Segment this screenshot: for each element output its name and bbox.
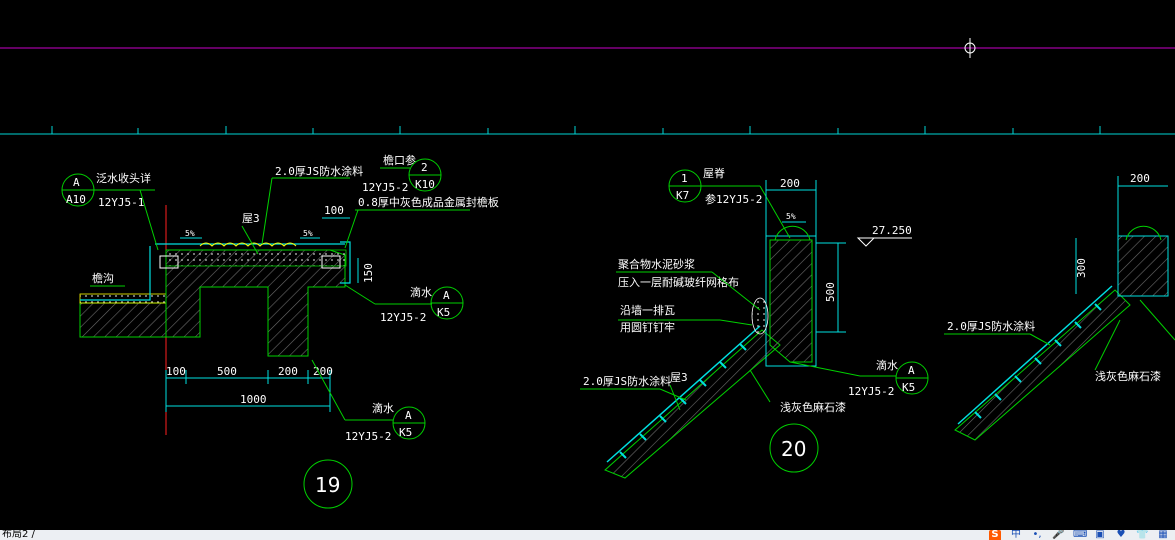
mortar-fillet [751,297,769,335]
dim-500: 500 [217,365,237,378]
dim-200-21: 200 [1130,172,1150,185]
detail-21-partial[interactable]: 200 300 2.0厚JS防水涂料 浅灰色麻石漆 [944,172,1175,441]
grid-icon[interactable]: ▦ [1157,530,1169,540]
ref-k10-sheet: K10 [415,178,435,191]
leader-coating-21-diag [1029,333,1051,346]
ref-k5-bottom-label: 滴水 [372,401,394,415]
dim-150: 150 [362,263,375,283]
leader-stone-20 [749,369,771,403]
gutter-slab [79,302,167,338]
sogou-ime-icon[interactable]: S [989,530,1001,540]
mortar-label-2: 压入一层耐碱玻纤网格布 [618,275,739,289]
leader-tile-diag [719,319,753,326]
shirt-icon[interactable]: 👕 [1136,530,1148,540]
gutter-upstand [80,246,151,301]
gutter-insulation [79,293,167,304]
ref-k7-label: 屋脊 [703,166,725,180]
elevation-marker-icon [856,237,876,247]
sloped-roof-slab [604,329,781,479]
chinese-mode-icon[interactable]: 中 [1010,530,1022,540]
gutter-label: 檐沟 [92,271,114,285]
dim-200-a: 200 [278,365,298,378]
leader-k5-right [344,284,376,305]
layer-label-20: 屋3 [670,371,688,384]
ref-a10-letter: A [73,176,80,189]
coating-label-20: 2.0厚JS防水涂料 [583,374,671,388]
coating-label-19: 2.0厚JS防水涂料 [275,164,363,178]
sloped-roof-right-21 [1139,299,1175,341]
ref-k5-20-std: 12YJ5-2 [848,385,894,398]
ref-k10-std: 12YJ5-2 [362,181,408,194]
layer-label-19: 屋3 [242,212,260,225]
stone-label-21: 浅灰色麻石漆 [1095,369,1161,383]
ref-k5-right-letter: A [443,289,450,302]
ref-k7-std: 参12YJ5-2 [705,192,762,206]
dim-100-bottom: 100 [166,365,186,378]
cad-drawing-canvas[interactable]: 5% 5% A A10 泛水收头详 12YJ5-1 2.0厚JS防水涂料 屋3 … [0,0,1175,530]
ref-k5-20-letter: A [908,364,915,377]
mortar-label-1: 聚合物水泥砂浆 [618,257,695,271]
ref-k7-letter: 1 [681,172,688,185]
elevation-value: 27.250 [872,224,912,237]
slope-label-2: 5% [303,229,313,238]
leader-k5-20 [789,361,861,377]
ref-k10-letter: 2 [421,161,428,174]
sloped-roof-tiles-21 [957,285,1113,425]
ref-a10-std: 12YJ5-1 [98,196,144,209]
dim-100-top: 100 [324,204,344,217]
ref-k5-20-sheet: K5 [902,381,915,394]
ref-k5-bottom-letter: A [405,409,412,422]
ref-a10-sheet: A10 [66,193,86,206]
dim-500-20: 500 [824,282,837,302]
ref-k7-sheet: K7 [676,189,689,202]
microphone-icon[interactable]: 🎤 [1052,530,1064,540]
detail-20[interactable]: 1 K7 屋脊 参12YJ5-2 200 5% 27.250 500 聚合物水泥… [580,166,929,479]
keyboard-icon[interactable]: ⌨ [1073,530,1087,540]
sloped-roof-tiles [606,325,761,463]
dim-200-20: 200 [780,177,800,190]
ref-k5-right-sheet: K5 [437,306,450,319]
system-tray: S 中 •, 🎤 ⌨ ▣ ♥ 👕 ▦ [989,530,1169,540]
punctuation-icon[interactable]: •, [1031,530,1043,540]
ruler-ticks [51,126,1101,134]
tools-icon[interactable]: ♥ [1115,530,1127,540]
ridge-outline-21 [1117,235,1169,297]
ref-k5-right-std: 12YJ5-2 [380,311,426,324]
tile-label-2: 用圆钉钉牢 [620,320,675,334]
dim-300-21: 300 [1075,258,1088,278]
status-bar: 布局2 / S 中 •, 🎤 ⌨ ▣ ♥ 👕 ▦ [0,530,1175,540]
ref-k5-right-label: 滴水 [410,285,432,299]
skin-icon[interactable]: ▣ [1094,530,1106,540]
ref-k5-20-label: 滴水 [876,358,898,372]
ref-k5-bottom-std: 12YJ5-2 [345,430,391,443]
ref-k10-label: 檐口参 [383,153,416,167]
slope-label-20: 5% [786,212,796,221]
detail-20-number: 20 [781,437,806,461]
detail-19[interactable]: 5% 5% A A10 泛水收头详 12YJ5-1 2.0厚JS防水涂料 屋3 … [61,153,499,509]
ridge-wall [769,239,813,363]
layout-tab[interactable]: 布局2 / [2,530,35,540]
ridge-cap [774,225,811,241]
slope-label-1: 5% [185,229,195,238]
ref-a10-label: 泛水收头详 [96,171,151,185]
leader-metal-sheet-diag [344,209,359,249]
tile-label-1: 沿墙一排瓦 [620,303,675,317]
detail-19-number: 19 [315,473,340,497]
roof-screed [165,249,347,267]
leader-coating-19-diag [261,177,273,245]
ref-k5-bottom-sheet: K5 [399,426,412,439]
coating-label-21: 2.0厚JS防水涂料 [947,319,1035,333]
stone-label-20: 浅灰色麻石漆 [780,400,846,414]
dim-1000: 1000 [240,393,267,406]
metal-sheet-label: 0.8厚中灰色成品金属封檐板 [358,195,499,209]
